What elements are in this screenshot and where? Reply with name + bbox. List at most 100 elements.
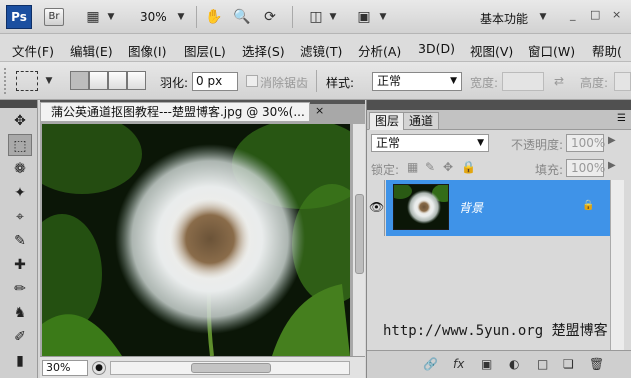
separator <box>292 6 293 28</box>
menu-image[interactable]: 图像(I) <box>128 41 166 60</box>
intersect-selection-icon[interactable] <box>127 71 146 90</box>
film-strip-icon[interactable]: ▦ <box>82 6 104 28</box>
document-tab[interactable]: 蒲公英通道抠图教程---楚盟博客.jpg @ 30%(... <box>40 102 310 122</box>
lock-row: 锁定: ▦ ✎ ✥ 🔒 填充: 100% ▶ <box>367 158 631 180</box>
new-layer-icon[interactable]: ❏ <box>563 357 574 371</box>
panel-tabs: 图层 通道 ☰ <box>367 110 631 130</box>
healing-brush-tool-icon[interactable]: ✚ <box>8 254 32 276</box>
photoshop-logo: Ps <box>6 5 32 29</box>
height-input[interactable] <box>614 72 631 91</box>
hand-tool-icon[interactable]: ✋ <box>204 6 224 28</box>
eraser-tool-icon[interactable]: ▮ <box>8 350 32 372</box>
width-input[interactable] <box>502 72 544 91</box>
menu-view[interactable]: 视图(V) <box>470 41 513 60</box>
layer-style-icon[interactable]: fx <box>453 357 464 371</box>
style-chevron-down-icon: ▼ <box>450 76 457 86</box>
fill-input[interactable]: 100% <box>566 159 605 177</box>
add-mask-icon[interactable]: ▣ <box>481 357 492 371</box>
adjustment-layer-icon[interactable]: ◐ <box>509 357 519 371</box>
style-select-value: 正常 <box>377 74 402 88</box>
image-canvas[interactable] <box>42 124 350 356</box>
clone-stamp-tool-icon[interactable]: ♞ <box>8 302 32 324</box>
menu-edit[interactable]: 编辑(E) <box>70 41 113 60</box>
workspace-switcher[interactable]: 基本功能 <box>480 10 528 27</box>
lock-position-icon[interactable]: ✥ <box>443 160 453 174</box>
eyedropper-tool-icon[interactable]: ✎ <box>8 230 32 252</box>
antialias-checkbox[interactable] <box>246 75 258 87</box>
menu-analysis[interactable]: 分析(A) <box>358 41 401 60</box>
blend-mode-select[interactable]: 正常 ▼ <box>371 134 489 152</box>
magic-wand-tool-icon[interactable]: ✦ <box>8 182 32 204</box>
watermark-text: http://www.5yun.org 楚盟博客 <box>383 323 608 339</box>
tab-layers[interactable]: 图层 <box>369 112 406 130</box>
marquee-tool-icon[interactable]: ⬚ <box>8 134 32 156</box>
feather-input[interactable]: 0 px <box>192 72 238 91</box>
opacity-input[interactable]: 100% <box>566 134 605 152</box>
preset-chevron-down-icon[interactable]: ▼ <box>44 70 54 92</box>
document-vertical-scrollbar[interactable] <box>352 124 365 356</box>
subtract-from-selection-icon[interactable] <box>108 71 127 90</box>
menu-filter[interactable]: 滤镜(T) <box>300 41 342 60</box>
panel-menu-icon[interactable]: ☰ <box>617 113 626 124</box>
style-label: 样式: <box>326 76 355 90</box>
status-bar: 30% ● <box>40 356 365 378</box>
layers-panel: 图层 通道 ☰ 正常 ▼ 不透明度: 100% ▶ 锁定: ▦ ✎ ✥ 🔒 填充… <box>366 100 631 378</box>
delete-layer-icon[interactable]: 🗑 <box>589 357 604 371</box>
zoom-tool-icon[interactable]: 🔍 <box>232 6 252 28</box>
screen-mode-icon[interactable]: ▣ <box>354 6 374 28</box>
feather-label: 羽化: <box>160 76 189 90</box>
screen-mode-chevron-down-icon[interactable]: ▼ <box>378 6 388 28</box>
vertical-scroll-thumb[interactable] <box>355 194 364 274</box>
menu-layer[interactable]: 图层(L) <box>184 41 226 60</box>
chevron-down-icon[interactable]: ▼ <box>106 6 116 28</box>
menu-file[interactable]: 文件(F) <box>12 41 54 60</box>
tab-channels[interactable]: 通道 <box>403 112 440 130</box>
zoom-level[interactable]: 30% <box>140 10 167 24</box>
lock-transparency-icon[interactable]: ▦ <box>407 160 418 174</box>
arrange-documents-icon[interactable]: ◫ <box>306 6 326 28</box>
maximize-icon[interactable]: □ <box>590 8 600 21</box>
document-close-icon[interactable]: × <box>315 104 324 117</box>
new-selection-icon[interactable] <box>70 71 89 90</box>
style-select[interactable]: 正常 ▼ <box>372 72 462 91</box>
layer-thumbnail <box>393 184 449 230</box>
rotate-view-icon[interactable]: ⟳ <box>260 6 280 28</box>
layer-row-background[interactable]: 背景 🔒 <box>386 180 610 236</box>
workspace-chevron-down-icon[interactable]: ▼ <box>538 6 548 28</box>
zoom-chevron-down-icon[interactable]: ▼ <box>176 6 186 28</box>
lock-paint-icon[interactable]: ✎ <box>425 160 435 174</box>
tools-grip[interactable] <box>0 100 37 108</box>
menu-3d[interactable]: 3D(D) <box>418 41 455 56</box>
opacity-arrow-icon[interactable]: ▶ <box>608 135 616 146</box>
menu-select[interactable]: 选择(S) <box>242 41 285 60</box>
rectangular-marquee-preset-icon[interactable] <box>16 71 38 91</box>
lock-all-icon[interactable]: 🔒 <box>461 160 476 174</box>
bridge-button[interactable]: Br <box>44 8 64 26</box>
visibility-eye-icon[interactable]: 👁 <box>369 200 385 216</box>
lasso-tool-icon[interactable]: ❁ <box>8 158 32 180</box>
minimize-icon[interactable]: _ <box>570 8 576 21</box>
horizontal-scroll-thumb[interactable] <box>191 363 271 373</box>
visibility-column: 👁 <box>367 180 385 236</box>
tools-panel: ✥ ⬚ ❁ ✦ ⌖ ✎ ✚ ✏ ♞ ✐ ▮ <box>0 100 38 378</box>
link-layers-icon[interactable]: 🔗 <box>423 357 438 371</box>
status-info-icon[interactable]: ● <box>92 361 106 375</box>
move-tool-icon[interactable]: ✥ <box>8 110 32 132</box>
document-horizontal-scrollbar[interactable] <box>110 361 350 375</box>
layers-footer: 🔗 fx ▣ ◐ □ ❏ 🗑 <box>367 350 631 378</box>
history-brush-tool-icon[interactable]: ✐ <box>8 326 32 348</box>
menu-help[interactable]: 帮助( <box>592 41 622 60</box>
add-to-selection-icon[interactable] <box>89 71 108 90</box>
fill-arrow-icon[interactable]: ▶ <box>608 160 616 171</box>
layers-vertical-scrollbar[interactable] <box>610 180 624 350</box>
arrange-chevron-down-icon[interactable]: ▼ <box>328 6 338 28</box>
close-icon[interactable]: × <box>612 8 621 21</box>
crop-tool-icon[interactable]: ⌖ <box>8 206 32 228</box>
menu-window[interactable]: 窗口(W) <box>528 41 575 60</box>
layer-name[interactable]: 背景 <box>459 199 483 216</box>
antialias-label: 消除锯齿 <box>260 76 309 90</box>
swap-dimensions-icon[interactable]: ⇄ <box>552 70 566 92</box>
brush-tool-icon[interactable]: ✏ <box>8 278 32 300</box>
status-zoom-input[interactable]: 30% <box>42 360 88 376</box>
new-group-icon[interactable]: □ <box>537 357 548 371</box>
